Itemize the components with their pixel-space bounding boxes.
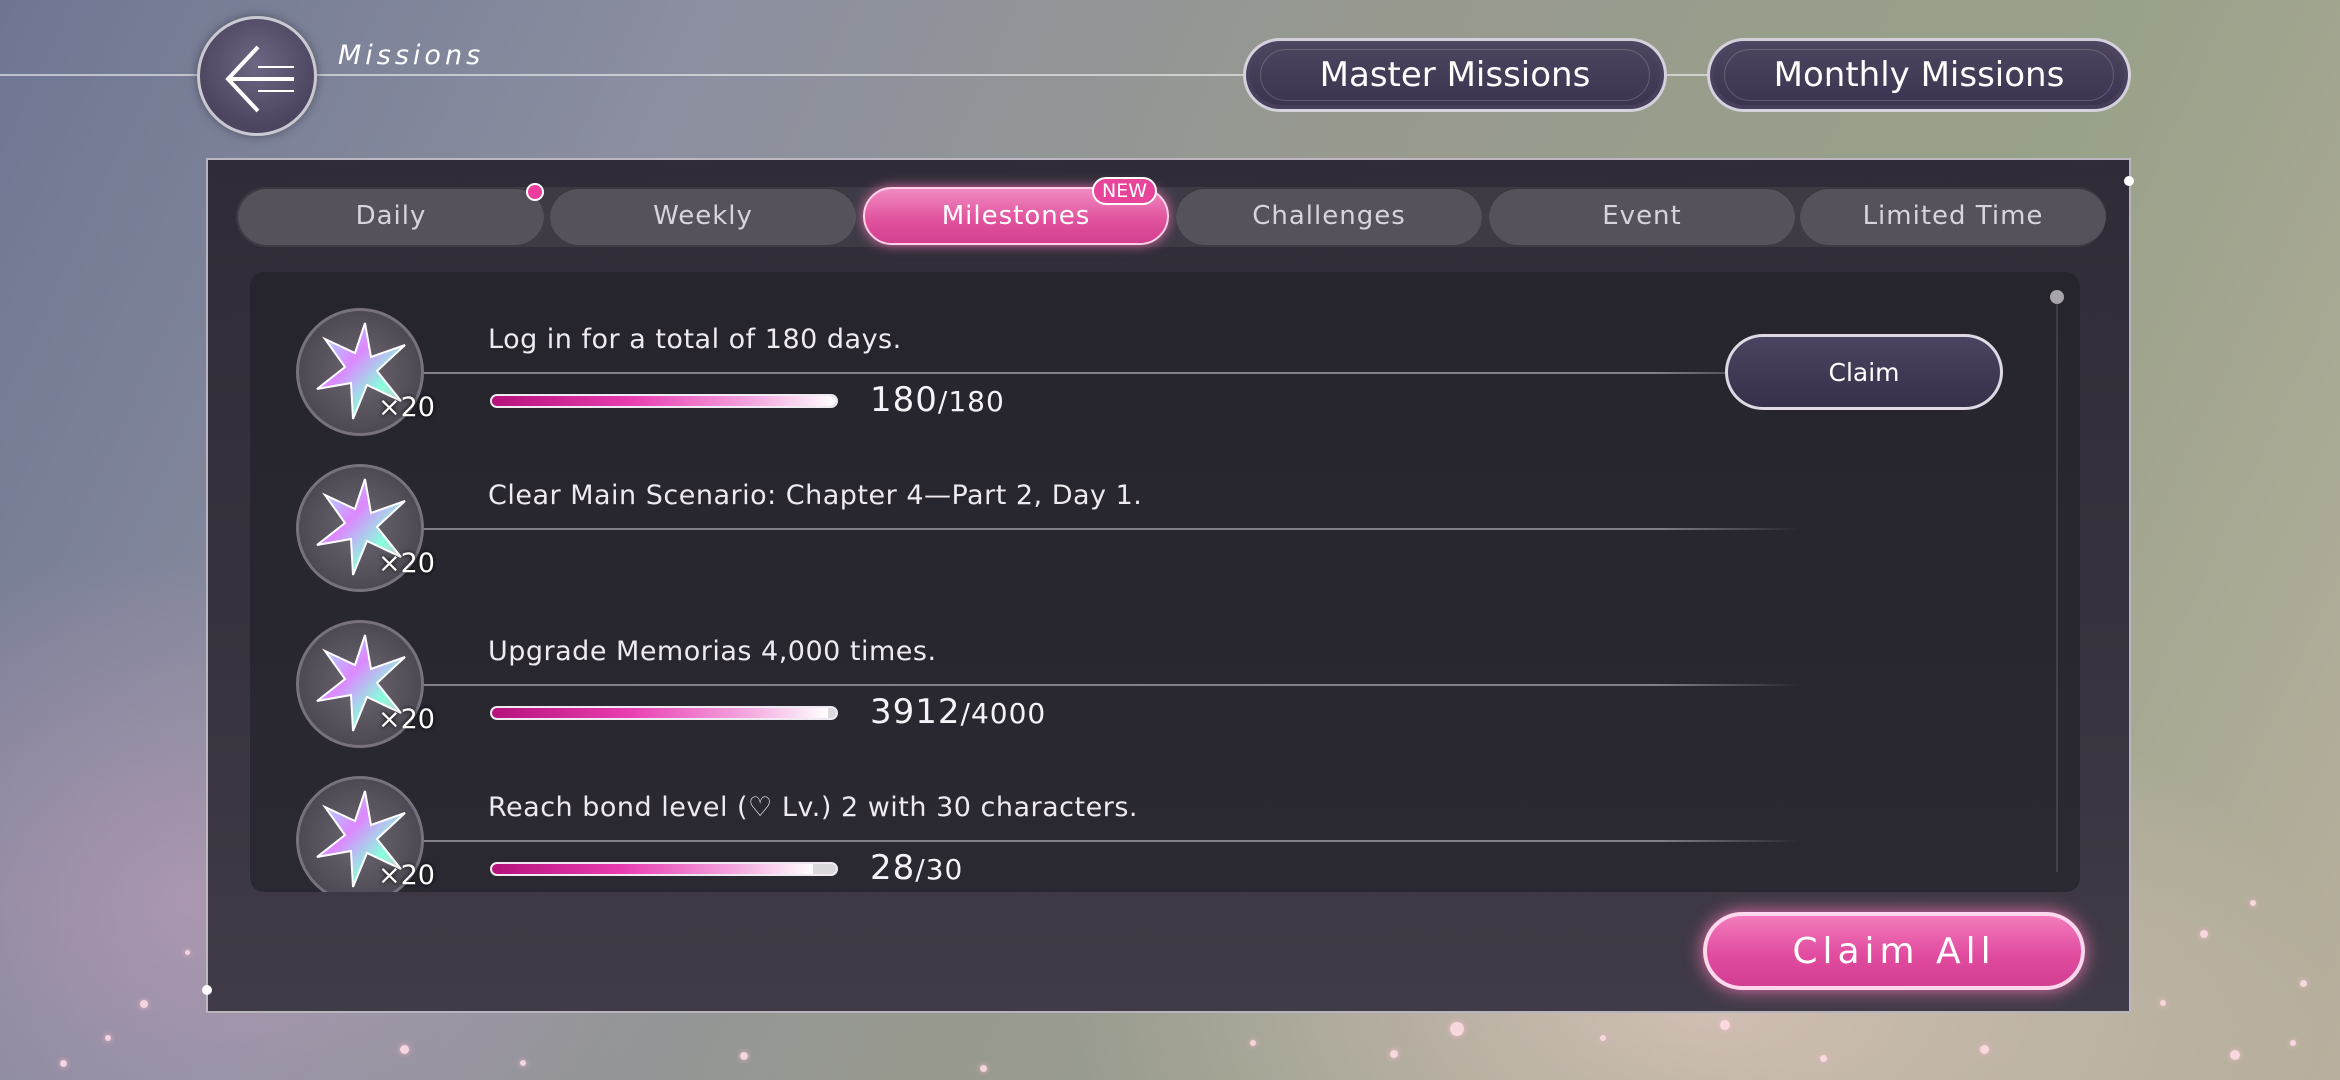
- monthly-missions-button[interactable]: Monthly Missions: [1707, 38, 2131, 112]
- mission-description: Clear Main Scenario: Chapter 4—Part 2, D…: [488, 480, 1143, 511]
- panel-corner: [202, 985, 212, 995]
- mission-row: ×20 Log in for a total of 180 days. 180/…: [250, 272, 2080, 436]
- reward-quantity: ×20: [378, 860, 435, 891]
- progress-bar: [490, 706, 838, 720]
- row-divider: [390, 372, 1800, 374]
- progress-current: 3912: [870, 692, 961, 732]
- tab-daily[interactable]: Daily: [238, 187, 544, 245]
- tab-label: Challenges: [1252, 201, 1406, 231]
- mission-row: ×20 Upgrade Memorias 4,000 times. 3912/4…: [250, 584, 2080, 748]
- tab-label: Milestones: [941, 201, 1091, 231]
- progress-count: 180/180: [870, 380, 1005, 420]
- reward-quantity: ×20: [378, 392, 435, 423]
- missions-panel: Daily Weekly Milestones NEW Challenges E…: [202, 158, 2134, 1013]
- mission-description: Upgrade Memorias 4,000 times.: [488, 636, 937, 667]
- claim-all-button[interactable]: Claim All: [1703, 912, 2085, 990]
- mission-description: Log in for a total of 180 days.: [488, 324, 902, 355]
- row-divider: [390, 684, 1800, 686]
- tab-label: Event: [1602, 201, 1682, 231]
- progress-bar: [490, 394, 838, 408]
- mission-tabs: Daily Weekly Milestones NEW Challenges E…: [236, 177, 2106, 247]
- tab-label: Weekly: [653, 201, 753, 231]
- mission-row: ×20 Reach bond level (♡ Lv.) 2 with 30 c…: [250, 740, 2080, 892]
- mission-list[interactable]: ×20 Log in for a total of 180 days. 180/…: [250, 272, 2080, 892]
- tab-event[interactable]: Event: [1489, 187, 1795, 245]
- progress-count: 28/30: [870, 848, 963, 888]
- progress-fill: [492, 864, 813, 874]
- progress-fill: [492, 708, 829, 718]
- progress-total: /30: [915, 853, 964, 886]
- button-ornament: [1724, 49, 2114, 101]
- row-divider: [390, 840, 1800, 842]
- tab-weekly[interactable]: Weekly: [550, 187, 856, 245]
- button-ornament: [1260, 49, 1650, 101]
- master-missions-button[interactable]: Master Missions: [1243, 38, 1667, 112]
- notification-dot: [526, 183, 544, 201]
- back-arrow-icon: [225, 45, 294, 113]
- tab-label: Daily: [355, 201, 427, 231]
- progress-total: /180: [937, 385, 1005, 418]
- progress-current: 180: [870, 380, 938, 420]
- new-badge: NEW: [1092, 177, 1158, 205]
- progress-current: 28: [870, 848, 916, 888]
- claim-button[interactable]: Claim: [1725, 334, 2003, 410]
- page-title: Missions: [338, 40, 485, 71]
- progress-bar: [490, 862, 838, 876]
- claim-label: Claim: [1828, 357, 1900, 387]
- header-divider: [0, 74, 1245, 76]
- reward-quantity: ×20: [378, 548, 435, 579]
- mission-row: ×20 Clear Main Scenario: Chapter 4—Part …: [250, 428, 2080, 592]
- tab-limited-time[interactable]: Limited Time: [1800, 187, 2106, 245]
- progress-fill: [492, 396, 836, 406]
- claim-all-label: Claim All: [1792, 930, 1996, 972]
- row-divider: [390, 528, 1800, 530]
- tab-label: Limited Time: [1862, 201, 2044, 231]
- tab-challenges[interactable]: Challenges: [1176, 187, 1482, 245]
- panel-corner: [2124, 176, 2134, 186]
- progress-total: /4000: [960, 697, 1047, 730]
- back-button[interactable]: [197, 16, 317, 136]
- header-divider-short: [1665, 74, 1710, 76]
- mission-description: Reach bond level (♡ Lv.) 2 with 30 chara…: [488, 792, 1138, 823]
- progress-count: 3912/4000: [870, 692, 1046, 732]
- reward-quantity: ×20: [378, 704, 435, 735]
